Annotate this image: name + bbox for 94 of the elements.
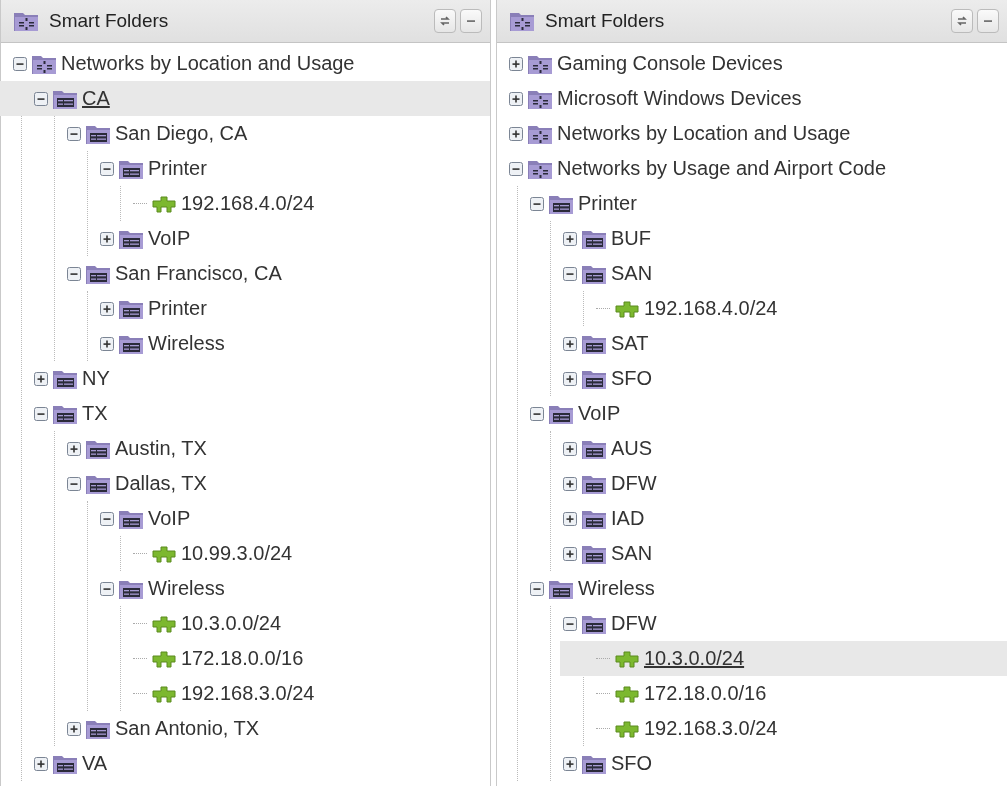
- expand-toggle[interactable]: [563, 546, 577, 561]
- expand-toggle[interactable]: [563, 371, 577, 386]
- tree-item-label[interactable]: Wireless: [148, 577, 225, 600]
- tree-item-label[interactable]: IAD: [611, 507, 645, 530]
- tree-item-label[interactable]: 10.3.0.0/24: [644, 647, 745, 670]
- tree-item-label[interactable]: SAT: [611, 332, 649, 355]
- collapse-toggle[interactable]: [100, 161, 114, 176]
- collapse-toggle[interactable]: [100, 511, 114, 526]
- panel-title: Smart Folders: [49, 10, 170, 32]
- network-icon: [614, 683, 640, 704]
- collapse-toggle[interactable]: [530, 581, 544, 596]
- tree-item-label[interactable]: DFW: [611, 472, 657, 495]
- swap-arrows-icon: [955, 14, 969, 28]
- tree-item-label[interactable]: 192.168.3.0/24: [181, 682, 315, 705]
- tree-item-label[interactable]: 192.168.3.0/24: [644, 717, 778, 740]
- tree-item-label[interactable]: Networks by Location and Usage: [557, 122, 851, 145]
- network-icon: [151, 648, 177, 669]
- network-icon: [614, 298, 640, 319]
- network-icon: [151, 613, 177, 634]
- tree-item-label[interactable]: Austin, TX: [115, 437, 207, 460]
- tree-item-label[interactable]: 10.99.3.0/24: [181, 542, 293, 565]
- tree-item-label[interactable]: NY: [82, 367, 110, 390]
- tree-item-label[interactable]: VA: [82, 752, 108, 775]
- network-icon: [614, 718, 640, 739]
- tree-item-label[interactable]: CA: [82, 87, 110, 110]
- tree-item-label[interactable]: Gaming Console Devices: [557, 52, 783, 75]
- collapse-button[interactable]: [460, 9, 482, 33]
- expand-toggle[interactable]: [67, 441, 81, 456]
- collapse-toggle[interactable]: [530, 196, 544, 211]
- tree-item-label[interactable]: San Francisco, CA: [115, 262, 282, 285]
- collapse-toggle[interactable]: [509, 161, 523, 176]
- panel-title: Smart Folders: [545, 10, 666, 32]
- expand-toggle[interactable]: [563, 756, 577, 771]
- tree-item-label[interactable]: VoIP: [148, 507, 191, 530]
- expand-toggle[interactable]: [67, 721, 81, 736]
- expand-toggle[interactable]: [100, 301, 114, 316]
- network-icon: [151, 683, 177, 704]
- tree-item-label[interactable]: SAN: [611, 542, 653, 565]
- tree-item-label[interactable]: Printer: [148, 157, 207, 180]
- tree-item-label[interactable]: DFW: [611, 612, 657, 635]
- smart-folder-icon: [13, 10, 39, 32]
- tree-item-label[interactable]: Wireless: [148, 332, 225, 355]
- tree-item-label[interactable]: 172.18.0.0/16: [644, 682, 767, 705]
- expand-toggle[interactable]: [563, 476, 577, 491]
- refresh-button[interactable]: [951, 9, 973, 33]
- tree-item-label[interactable]: VoIP: [578, 402, 621, 425]
- tree-item-label[interactable]: BUF: [611, 227, 651, 250]
- network-icon: [151, 193, 177, 214]
- tree-item-label[interactable]: 192.168.4.0/24: [644, 297, 778, 320]
- collapse-toggle[interactable]: [530, 406, 544, 421]
- tree-item-label[interactable]: 192.168.4.0/24: [181, 192, 315, 215]
- tree-item-label[interactable]: SAN: [611, 262, 653, 285]
- tree-item-label[interactable]: Wireless: [578, 577, 655, 600]
- swap-arrows-icon: [438, 14, 452, 28]
- collapse-toggle[interactable]: [563, 266, 577, 281]
- tree-item-label[interactable]: SFO: [611, 752, 653, 775]
- tree-item-label[interactable]: Microsoft Windows Devices: [557, 87, 802, 110]
- collapse-toggle[interactable]: [13, 56, 27, 71]
- tree-item-label[interactable]: Printer: [578, 192, 637, 215]
- tree-item-label[interactable]: 10.3.0.0/24: [181, 612, 282, 635]
- expand-toggle[interactable]: [563, 231, 577, 246]
- expand-toggle[interactable]: [563, 511, 577, 526]
- tree-item-label[interactable]: VoIP: [148, 227, 191, 250]
- collapse-toggle[interactable]: [563, 616, 577, 631]
- tree-item-label[interactable]: SFO: [611, 367, 653, 390]
- tree-item-label[interactable]: Networks by Location and Usage: [61, 52, 355, 75]
- expand-toggle[interactable]: [34, 756, 48, 771]
- refresh-button[interactable]: [434, 9, 456, 33]
- smart-folder-icon: [509, 10, 535, 32]
- tree-item-label[interactable]: Dallas, TX: [115, 472, 207, 495]
- collapse-toggle[interactable]: [34, 406, 48, 421]
- tree-item-label[interactable]: 172.18.0.0/16: [181, 647, 304, 670]
- collapse-toggle[interactable]: [67, 266, 81, 281]
- tree-item-label[interactable]: Printer: [148, 297, 207, 320]
- network-icon: [151, 543, 177, 564]
- expand-toggle[interactable]: [509, 91, 523, 106]
- collapse-toggle[interactable]: [67, 476, 81, 491]
- collapse-button[interactable]: [977, 9, 999, 33]
- expand-toggle[interactable]: [100, 231, 114, 246]
- network-icon: [614, 648, 640, 669]
- expand-toggle[interactable]: [509, 126, 523, 141]
- tree-item-label[interactable]: Networks by Usage and Airport Code: [557, 157, 887, 180]
- expand-toggle[interactable]: [563, 441, 577, 456]
- tree-item-label[interactable]: TX: [82, 402, 108, 425]
- expand-toggle[interactable]: [509, 56, 523, 71]
- collapse-toggle[interactable]: [34, 91, 48, 106]
- tree-item-label[interactable]: San Diego, CA: [115, 122, 248, 145]
- tree-item-label[interactable]: AUS: [611, 437, 653, 460]
- expand-toggle[interactable]: [34, 371, 48, 386]
- expand-toggle[interactable]: [100, 336, 114, 351]
- expand-toggle[interactable]: [563, 336, 577, 351]
- tree-item-label[interactable]: San Antonio, TX: [115, 717, 260, 740]
- collapse-toggle[interactable]: [67, 126, 81, 141]
- collapse-toggle[interactable]: [100, 581, 114, 596]
